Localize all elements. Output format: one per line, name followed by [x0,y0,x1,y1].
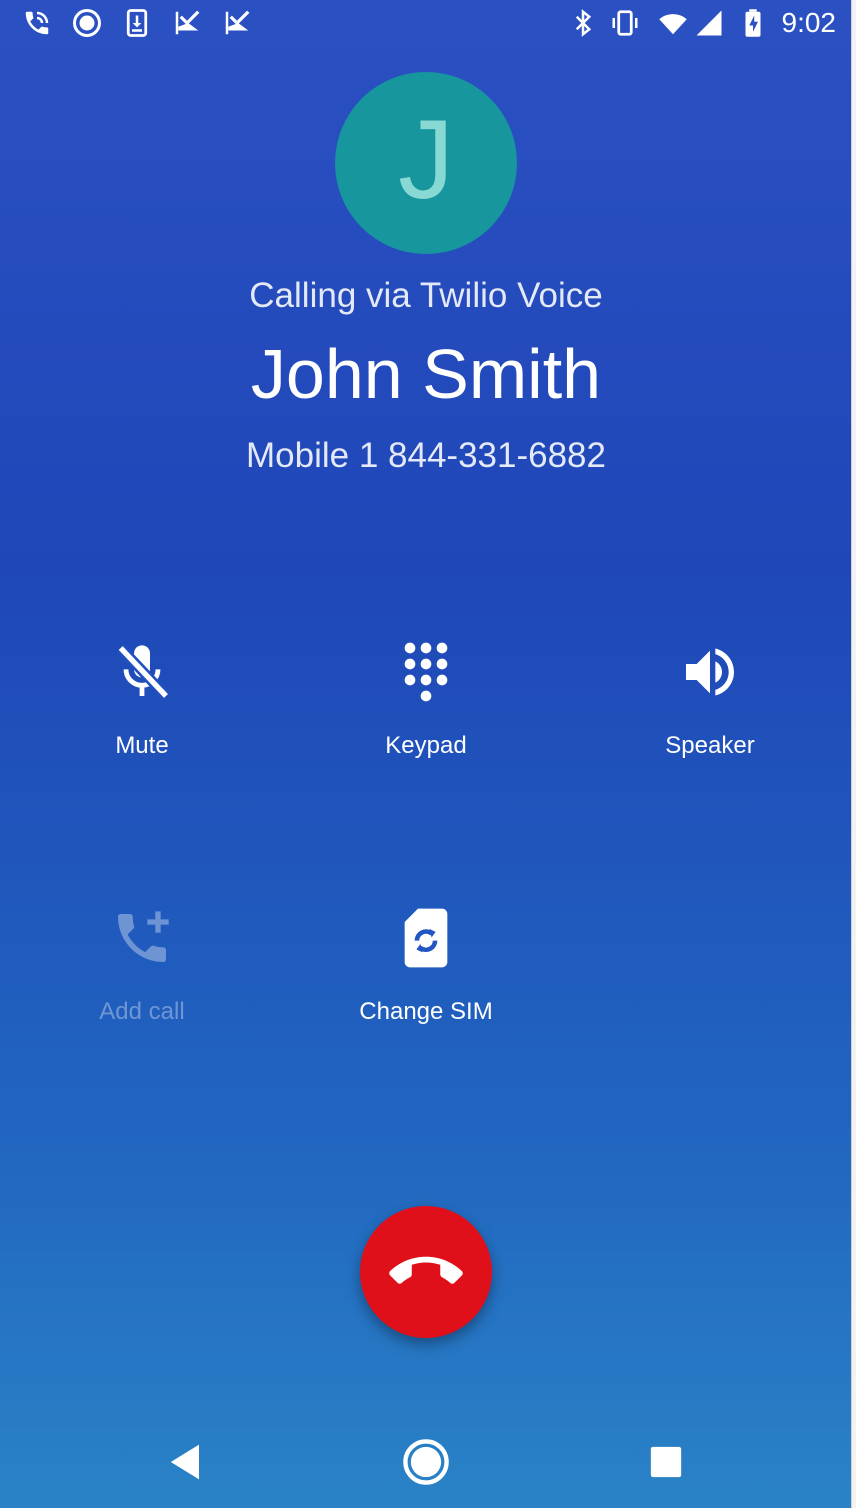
mute-label: Mute [115,732,169,759]
check-flag-icon [170,6,204,40]
bluetooth-icon [566,6,600,40]
wifi-icon [656,6,690,40]
end-call-button[interactable] [360,1206,492,1338]
nav-back-button[interactable] [156,1432,216,1492]
status-bar: 9:02 [0,0,852,48]
add-call-button[interactable]: Add call [22,898,262,1088]
keypad-button[interactable]: Keypad [306,632,546,822]
change-sim-button[interactable]: Change SIM [306,898,546,1088]
nav-home-button[interactable] [396,1432,456,1492]
phone-call-icon [20,6,54,40]
speaker-button[interactable]: Speaker [590,632,830,822]
vibrate-icon [608,6,642,40]
status-clock: 9:02 [781,7,837,38]
back-icon [170,1444,199,1480]
add-call-icon [102,898,182,978]
speaker-icon [670,632,750,712]
end-call-icon [389,1256,463,1284]
nav-recents-button[interactable] [636,1432,696,1492]
dialpad-icon [386,632,466,712]
in-call-screen: 9:02 J Calling via Twilio Voice John Smi… [0,0,852,1508]
caller-name: John Smith [250,335,602,413]
signal-icon [692,6,726,40]
caller-number: Mobile 1 844-331-6882 [246,436,606,475]
mute-button[interactable]: Mute [22,632,262,822]
change-sim-label: Change SIM [359,998,493,1025]
avatar: J [335,72,517,254]
mic-off-icon [102,632,182,712]
home-icon [403,1439,449,1485]
battery-charging-icon [736,6,770,40]
keypad-label: Keypad [385,732,467,759]
screen-edge [851,0,856,1508]
add-call-label: Add call [99,998,185,1025]
sim-swap-icon [386,898,466,978]
calling-via-label: Calling via Twilio Voice [249,276,603,315]
recents-icon [650,1446,682,1478]
check-flag-icon-2 [220,6,254,40]
speaker-label: Speaker [665,732,755,759]
circle-record-icon [70,6,104,40]
download-icon [120,6,154,40]
avatar-letter: J [398,97,454,222]
